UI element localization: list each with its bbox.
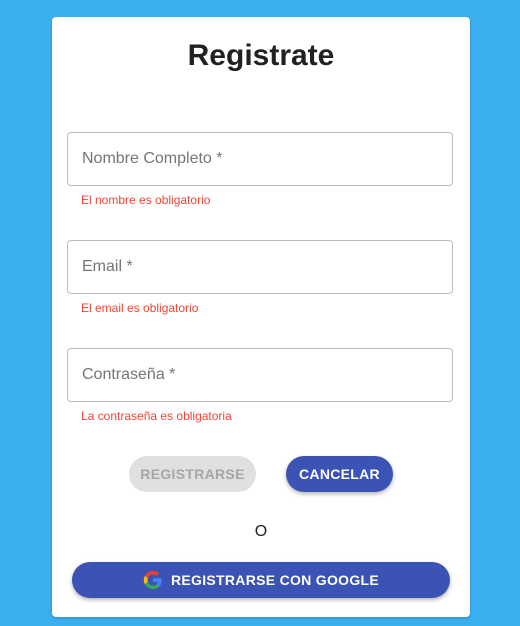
page-title: Registrate <box>187 39 335 72</box>
email-field[interactable] <box>67 240 453 294</box>
full-name-input[interactable] <box>68 133 452 185</box>
google-register-button[interactable]: REGISTRARSE CON GOOGLE <box>72 562 450 598</box>
email-error: El email es obligatorio <box>81 301 199 315</box>
password-field[interactable] <box>67 348 453 402</box>
register-card: Registrate El nombre es obligatorio El e… <box>52 17 470 617</box>
full-name-error: El nombre es obligatorio <box>81 193 211 207</box>
password-error: La contraseña es obligatoria <box>81 409 232 423</box>
email-input[interactable] <box>68 241 452 293</box>
cancel-button[interactable]: CANCELAR <box>286 456 393 492</box>
separator-text: O <box>254 523 268 540</box>
google-register-label: REGISTRARSE CON GOOGLE <box>170 572 380 588</box>
password-input[interactable] <box>68 349 452 401</box>
google-logo-icon <box>143 570 163 590</box>
full-name-field[interactable] <box>67 132 453 186</box>
register-button[interactable]: REGISTRARSE <box>129 456 256 492</box>
